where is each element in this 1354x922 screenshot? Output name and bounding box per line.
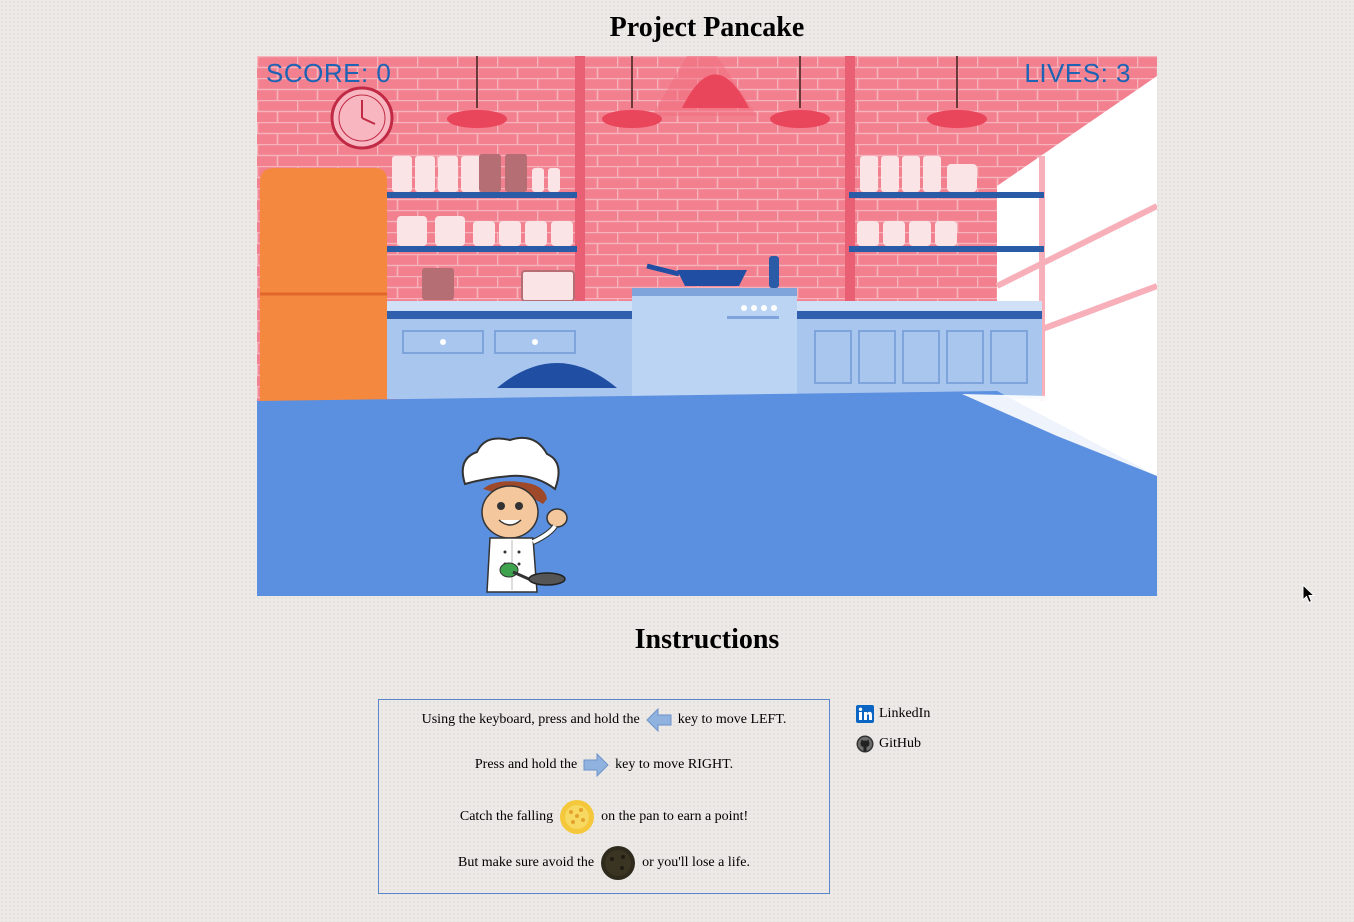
instruction-text: But make sure avoid the bbox=[458, 855, 595, 870]
instruction-text: Press and hold the bbox=[474, 757, 578, 772]
github-label: GitHub bbox=[879, 736, 921, 751]
burnt-pancake-icon bbox=[601, 846, 636, 880]
github-icon bbox=[856, 735, 874, 753]
linkedin-link[interactable]: LinkedIn bbox=[856, 704, 930, 724]
instruction-move-left: Using the keyboard, press and hold the k… bbox=[379, 708, 829, 732]
right-arrow-icon bbox=[583, 753, 609, 777]
instruction-text: key to move LEFT. bbox=[677, 712, 787, 727]
instruction-text: Catch the falling bbox=[459, 809, 554, 824]
pancake-icon bbox=[560, 800, 595, 834]
linkedin-icon bbox=[856, 705, 874, 723]
instruction-catch: Catch the falling on the pan to earn a p… bbox=[379, 799, 829, 835]
mouse-cursor-icon bbox=[1302, 584, 1316, 604]
kitchen-background bbox=[257, 56, 1157, 596]
lives-display: LIVES: 3 bbox=[1024, 58, 1131, 88]
instruction-avoid: But make sure avoid the or you'll lose a… bbox=[379, 845, 829, 881]
linkedin-label: LinkedIn bbox=[879, 706, 931, 721]
instruction-text: Using the keyboard, press and hold the bbox=[421, 712, 640, 727]
page-title: Project Pancake bbox=[609, 12, 805, 43]
instruction-text: key to move RIGHT. bbox=[615, 757, 734, 772]
instruction-text: on the pan to earn a point! bbox=[601, 809, 749, 824]
instruction-move-right: Press and hold the key to move RIGHT. bbox=[379, 753, 829, 777]
instructions-title: Instructions bbox=[634, 624, 780, 655]
game-canvas[interactable]: SCORE: 0 LIVES: 3 bbox=[257, 56, 1157, 596]
clock-icon bbox=[330, 86, 394, 150]
instruction-text: or you'll lose a life. bbox=[642, 855, 750, 870]
chef-sprite bbox=[461, 436, 568, 593]
social-links: LinkedIn GitHub bbox=[856, 704, 930, 764]
github-link[interactable]: GitHub bbox=[856, 734, 930, 754]
score-display: SCORE: 0 bbox=[266, 58, 392, 88]
left-arrow-icon bbox=[646, 708, 672, 732]
instructions-box: Using the keyboard, press and hold the k… bbox=[378, 699, 830, 894]
